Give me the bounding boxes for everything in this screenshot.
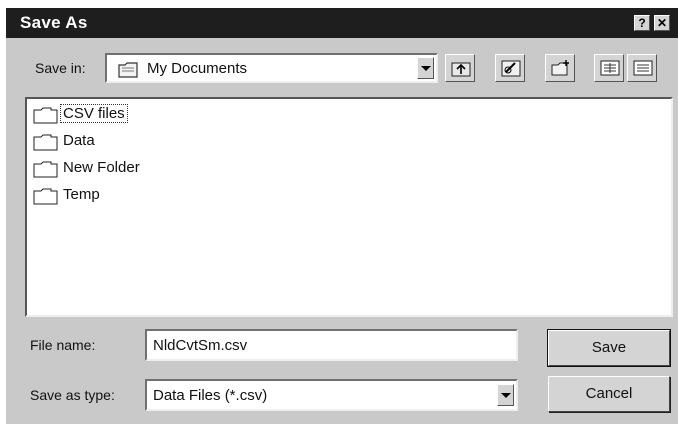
save-as-type-value: Data Files (*.csv) bbox=[153, 387, 268, 404]
details-view-icon bbox=[633, 60, 653, 76]
help-button[interactable]: ? bbox=[634, 15, 650, 31]
desktop-icon bbox=[501, 60, 521, 77]
save-in-label: Save in: bbox=[35, 60, 86, 76]
file-list[interactable]: CSV files Data New Folder Temp bbox=[25, 97, 673, 317]
file-name-label: File name: bbox=[30, 337, 96, 353]
folder-icon bbox=[33, 188, 58, 205]
window-title: Save As bbox=[20, 13, 88, 32]
save-button[interactable]: Save bbox=[547, 329, 671, 367]
folder-icon bbox=[33, 161, 58, 178]
save-as-type-label: Save as type: bbox=[30, 387, 115, 403]
new-folder-icon bbox=[551, 60, 569, 76]
chevron-down-icon[interactable] bbox=[417, 57, 434, 79]
desktop-button[interactable] bbox=[495, 54, 525, 82]
list-item-label: Temp bbox=[63, 186, 100, 203]
up-one-level-icon bbox=[451, 62, 471, 77]
chevron-down-icon[interactable] bbox=[497, 384, 514, 406]
close-button[interactable]: ✕ bbox=[654, 15, 670, 31]
save-as-type-select[interactable]: Data Files (*.csv) bbox=[145, 379, 518, 411]
title-bar[interactable]: Save As ? ✕ bbox=[6, 8, 678, 38]
list-view-button[interactable] bbox=[594, 54, 624, 82]
cancel-button[interactable]: Cancel bbox=[548, 376, 670, 412]
list-item-label: CSV files bbox=[60, 104, 128, 123]
list-view-icon bbox=[600, 60, 620, 76]
details-view-button[interactable] bbox=[627, 54, 657, 82]
folder-icon bbox=[33, 134, 58, 151]
up-one-level-button[interactable] bbox=[445, 54, 475, 82]
save-in-combobox[interactable]: My Documents bbox=[105, 53, 438, 83]
list-item-label: New Folder bbox=[63, 159, 140, 176]
list-item-label: Data bbox=[63, 132, 95, 149]
file-name-field[interactable]: NldCvtSm.csv bbox=[145, 329, 518, 361]
new-folder-button[interactable] bbox=[545, 54, 575, 82]
save-in-value: My Documents bbox=[147, 60, 248, 77]
file-name-value: NldCvtSm.csv bbox=[153, 337, 248, 354]
folder-icon bbox=[33, 107, 58, 124]
my-documents-icon bbox=[117, 59, 139, 82]
